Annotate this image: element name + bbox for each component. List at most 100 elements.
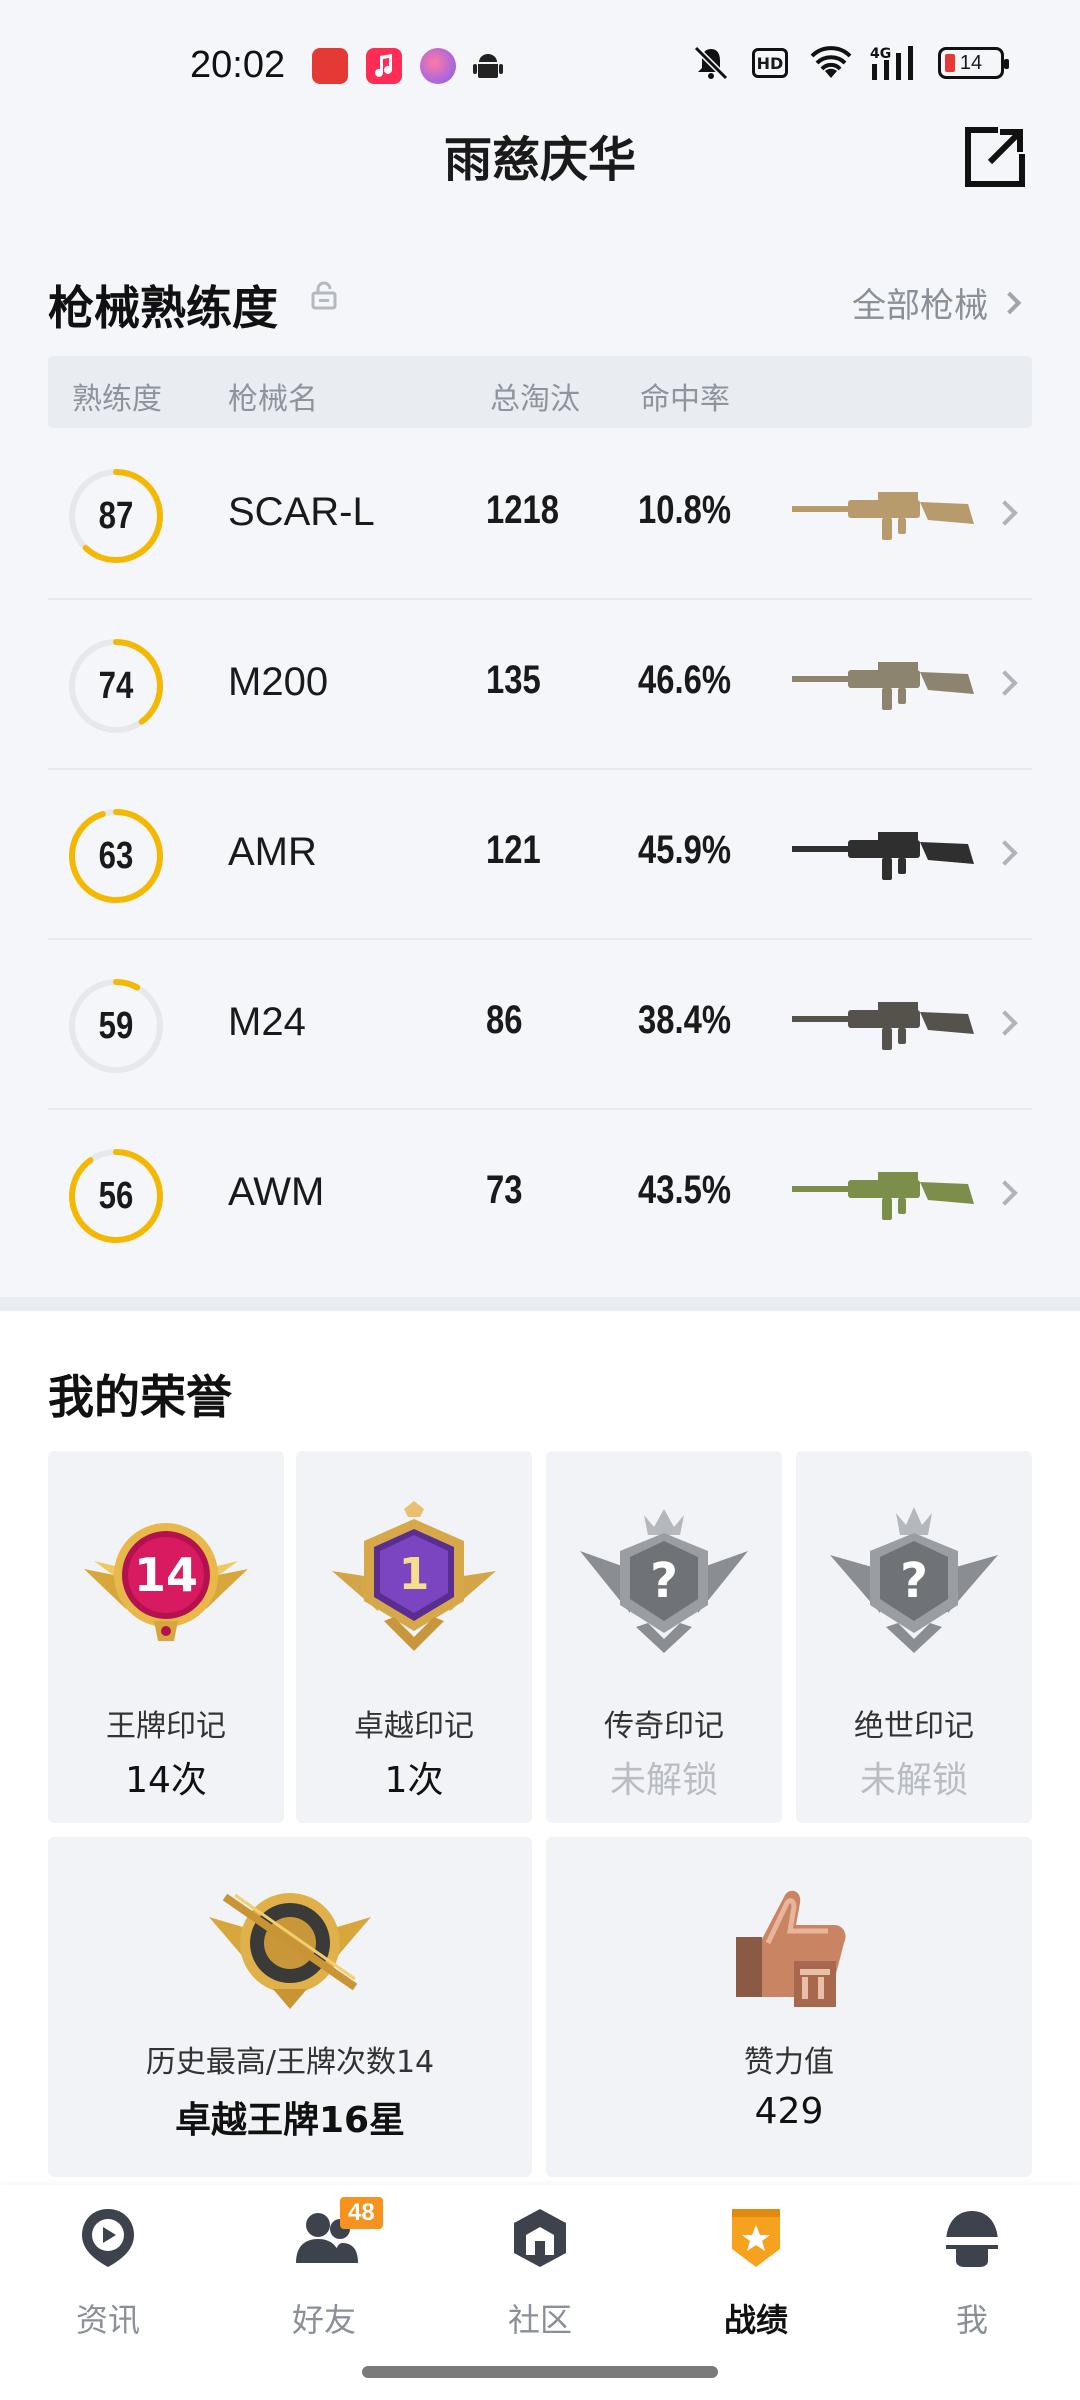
excellent-mark-label: 卓越印记 (354, 1709, 474, 1744)
history-best-card[interactable]: 历史最高/王牌次数14 卓越王牌16星 (48, 1837, 532, 2177)
nav-me-label: 我 (955, 2301, 988, 2339)
weapon-row[interactable]: 59 M24 86 38.4% (48, 940, 1032, 1110)
nav-friends-label: 好友 (291, 2301, 356, 2339)
record-shield-icon (726, 2205, 786, 2271)
app-notification-icon (312, 48, 348, 84)
all-weapons-link[interactable]: 全部枪械 (852, 278, 1022, 327)
weapon-kills: 73 (486, 1168, 523, 1212)
honor-card-ace[interactable]: 14 王牌印记 14次 (48, 1451, 284, 1823)
chevron-right-icon (992, 1010, 1018, 1036)
weapon-row[interactable]: 87 SCAR-L 1218 10.8% (48, 430, 1032, 600)
ace-mark-count: 14次 (125, 1760, 207, 1801)
thumbs-up-icon (724, 1877, 854, 2021)
news-play-icon (78, 2205, 138, 2271)
status-icons: HD 4G 14 (692, 44, 1009, 82)
ace-mark-badge-icon: 14 (76, 1509, 256, 1663)
chevron-right-icon (992, 840, 1018, 866)
peerless-mark-status: 未解锁 (859, 1760, 968, 1801)
section-title-weapons: 枪械熟练度 (48, 281, 278, 335)
friends-badge: 48 (340, 2197, 383, 2229)
lock-icon[interactable] (310, 280, 338, 310)
all-weapons-label: 全部枪械 (852, 286, 988, 326)
weapon-table-header: 熟练度 枪械名 总淘汰 命中率 (48, 356, 1032, 428)
weapon-kills: 135 (486, 658, 541, 702)
proficiency-value: 63 (98, 834, 134, 877)
weapon-image (788, 990, 978, 1060)
chevron-right-icon (992, 500, 1018, 526)
peerless-mark-badge-icon: ? (824, 1501, 1004, 1665)
nav-record-label: 战绩 (723, 2301, 788, 2339)
excellent-mark-badge-icon: 1 (324, 1501, 504, 1665)
hd-icon: HD (752, 48, 788, 78)
community-icon (510, 2205, 570, 2271)
legend-mark-status: 未解锁 (609, 1760, 718, 1801)
excellent-badge-number: 1 (399, 1549, 430, 1600)
honors-section: 我的荣誉 14 王牌印记 14次 1 卓越印记 1次 ? 传奇印记 未解锁 ? … (0, 1311, 1080, 2181)
section-divider (0, 1297, 1080, 1311)
honor-card-peerless[interactable]: ? 绝世印记 未解锁 (796, 1451, 1032, 1823)
weapon-row[interactable]: 56 AWM 73 43.5% (48, 1110, 1032, 1280)
weapon-hit-rate: 46.6% (638, 658, 732, 702)
signal-icon: 4G (870, 44, 916, 82)
weapon-name: AWM (228, 1170, 325, 1214)
history-best-label: 历史最高/王牌次数14 (145, 2045, 435, 2080)
col-hit-rate: 命中率 (640, 382, 730, 417)
nav-friends[interactable]: 48 好友 (244, 2197, 404, 2355)
android-icon (470, 48, 506, 84)
col-proficiency: 熟练度 (72, 382, 162, 417)
honor-card-legend[interactable]: ? 传奇印记 未解锁 (546, 1451, 782, 1823)
status-bar: 20:02 HD 4G 14 (0, 0, 1080, 130)
excellent-mark-count: 1次 (384, 1760, 444, 1801)
weapon-kills: 1218 (486, 488, 559, 532)
weapon-hit-rate: 10.8% (638, 488, 732, 532)
honor-card-excellent[interactable]: 1 卓越印记 1次 (296, 1451, 532, 1823)
battery-icon: 14 (938, 47, 1009, 79)
weapon-proficiency-section: 枪械熟练度 全部枪械 熟练度 枪械名 总淘汰 命中率 87 SCAR-L 121… (0, 250, 1080, 1300)
col-total-kills: 总淘汰 (490, 382, 580, 417)
wifi-icon (810, 44, 852, 82)
battery-level: 14 (959, 51, 983, 74)
weapon-hit-rate: 45.9% (638, 828, 732, 872)
share-external-icon[interactable] (962, 124, 1028, 190)
weapon-row[interactable]: 63 AMR 121 45.9% (48, 770, 1032, 940)
legend-badge-mark: ? (650, 1553, 678, 1609)
weapon-image (788, 820, 978, 890)
chevron-right-icon (992, 670, 1018, 696)
legend-mark-label: 传奇印记 (604, 1709, 724, 1744)
likes-card[interactable]: 赞力值 429 (546, 1837, 1032, 2177)
weapon-hit-rate: 38.4% (638, 998, 732, 1042)
history-best-value: 卓越王牌16星 (174, 2100, 406, 2141)
chevron-right-icon (998, 291, 1022, 314)
weapon-image (788, 480, 978, 550)
peerless-badge-mark: ? (900, 1553, 928, 1609)
weapon-kills: 121 (486, 828, 541, 872)
music-app-icon (366, 48, 402, 84)
mute-icon (692, 44, 730, 82)
weapon-name: AMR (228, 830, 317, 874)
weapon-kills: 86 (486, 998, 523, 1042)
page-title: 雨慈庆华 (443, 132, 636, 188)
section-title-honors: 我的荣誉 (48, 1370, 232, 1424)
ace-mark-label: 王牌印记 (106, 1709, 226, 1744)
status-time: 20:02 (190, 44, 286, 86)
peerless-mark-label: 绝世印记 (854, 1709, 974, 1744)
weapon-row[interactable]: 74 M200 135 46.6% (48, 600, 1032, 770)
weapon-image (788, 650, 978, 720)
weapon-image (788, 1160, 978, 1230)
nav-me[interactable]: 我 (892, 2205, 1052, 2355)
home-indicator[interactable] (362, 2366, 718, 2378)
nav-news[interactable]: 资讯 (28, 2205, 188, 2355)
svg-text:4G: 4G (870, 46, 891, 62)
proficiency-value: 87 (98, 494, 134, 537)
legend-mark-badge-icon: ? (574, 1501, 754, 1665)
ace-badge-number: 14 (134, 1548, 198, 1602)
photo-app-icon (420, 48, 456, 84)
nav-news-label: 资讯 (75, 2301, 140, 2339)
weapon-name: M200 (228, 660, 329, 704)
nav-community[interactable]: 社区 (460, 2205, 620, 2355)
weapon-name: SCAR-L (228, 490, 375, 534)
nav-community-label: 社区 (507, 2301, 572, 2339)
col-weapon-name: 枪械名 (228, 382, 318, 417)
likes-label: 赞力值 (744, 2045, 834, 2080)
nav-record[interactable]: 战绩 (676, 2205, 836, 2355)
